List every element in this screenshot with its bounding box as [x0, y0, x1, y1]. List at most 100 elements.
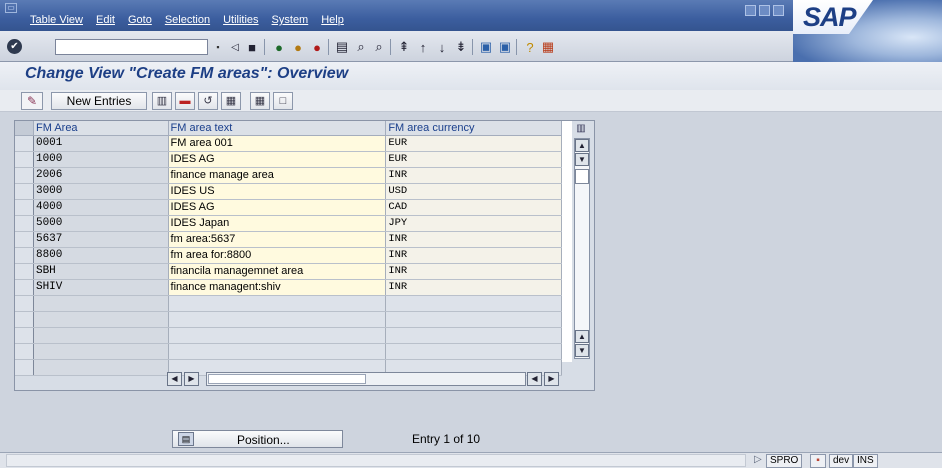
fm-area-cell[interactable]: 2006: [33, 167, 169, 184]
menu-system[interactable]: System: [272, 14, 309, 26]
table-row[interactable]: 4000 IDES AG CAD: [15, 199, 562, 216]
row-selector[interactable]: [15, 135, 34, 152]
fm-area-currency-cell[interactable]: INR: [385, 167, 562, 184]
fm-area-currency-cell[interactable]: INR: [385, 263, 562, 280]
row-selector[interactable]: [15, 231, 34, 248]
back-icon[interactable]: ●: [270, 38, 288, 56]
table-row[interactable]: 0001 FM area 001 EUR: [15, 135, 562, 152]
new-entries-button[interactable]: New Entries: [51, 92, 147, 110]
fm-area-currency-cell[interactable]: INR: [385, 247, 562, 264]
empty-cell[interactable]: [33, 311, 169, 328]
row-selector[interactable]: [15, 167, 34, 184]
previous-page-icon[interactable]: ↑: [414, 38, 432, 56]
insert-mode-field[interactable]: INS: [853, 454, 878, 468]
help-icon[interactable]: ?: [521, 38, 539, 56]
table-row[interactable]: 5637 fm area:5637 INR: [15, 231, 562, 248]
fm-area-text-cell[interactable]: FM area 001: [168, 135, 387, 152]
row-selector[interactable]: [15, 279, 34, 296]
fm-area-text-cell[interactable]: finance manage area: [168, 167, 387, 184]
layout-icon[interactable]: ▦: [539, 38, 557, 56]
fm-area-cell[interactable]: 4000: [33, 199, 169, 216]
horizontal-scrollbar[interactable]: [206, 372, 526, 386]
empty-cell[interactable]: [33, 327, 169, 344]
empty-cell[interactable]: [33, 359, 169, 376]
undo-change-icon[interactable]: ↺: [198, 92, 218, 110]
scroll-left-icon[interactable]: ◀: [167, 372, 182, 386]
fm-area-text-cell[interactable]: fm area:5637: [168, 231, 387, 248]
menu-help[interactable]: Help: [321, 14, 344, 26]
table-row[interactable]: 5000 IDES Japan JPY: [15, 215, 562, 232]
fm-area-cell[interactable]: 5637: [33, 231, 169, 248]
fm-area-text-cell[interactable]: IDES US: [168, 183, 387, 200]
table-row[interactable]: SBH financila managemnet area INR: [15, 263, 562, 280]
scroll-page-down-icon[interactable]: ▼: [575, 344, 589, 357]
row-selector[interactable]: [15, 295, 34, 312]
empty-cell[interactable]: [168, 311, 387, 328]
minimize-icon[interactable]: [745, 5, 756, 16]
row-selector[interactable]: [15, 247, 34, 264]
table-row[interactable]: 2006 finance manage area INR: [15, 167, 562, 184]
last-page-icon[interactable]: ⇟: [452, 38, 470, 56]
maximize-icon[interactable]: [759, 5, 770, 16]
close-icon[interactable]: [773, 5, 784, 16]
column-header-fm-area-text[interactable]: FM area text: [168, 121, 387, 136]
print-icon[interactable]: ▤: [333, 38, 351, 56]
row-selector[interactable]: [15, 151, 34, 168]
empty-table-row[interactable]: [15, 327, 562, 344]
fm-area-text-cell[interactable]: fm area for:8800: [168, 247, 387, 264]
first-page-icon[interactable]: ⇞: [395, 38, 413, 56]
deselect-all-icon[interactable]: □: [273, 92, 293, 110]
row-selector[interactable]: [15, 199, 34, 216]
fm-area-currency-cell[interactable]: JPY: [385, 215, 562, 232]
delete-icon[interactable]: ▬: [175, 92, 195, 110]
fm-area-currency-cell[interactable]: USD: [385, 183, 562, 200]
empty-table-row[interactable]: [15, 295, 562, 312]
empty-cell[interactable]: [385, 327, 562, 344]
status-expand-icon[interactable]: ▷: [754, 454, 762, 465]
copy-as-icon[interactable]: ▥: [152, 92, 172, 110]
fm-area-currency-cell[interactable]: INR: [385, 279, 562, 296]
position-button[interactable]: ▤ Position...: [172, 430, 343, 448]
create-session-icon[interactable]: ▣: [477, 38, 495, 56]
table-row[interactable]: 1000 IDES AG EUR: [15, 151, 562, 168]
select-all-icon[interactable]: ▦: [221, 92, 241, 110]
cancel-icon[interactable]: ●: [308, 38, 326, 56]
menu-edit[interactable]: Edit: [96, 14, 115, 26]
fm-area-currency-cell[interactable]: CAD: [385, 199, 562, 216]
empty-table-row[interactable]: [15, 343, 562, 360]
fm-area-currency-cell[interactable]: EUR: [385, 135, 562, 152]
select-all-column-header[interactable]: [15, 121, 34, 136]
menu-selection[interactable]: Selection: [165, 14, 210, 26]
fm-area-text-cell[interactable]: IDES Japan: [168, 215, 387, 232]
menu-table-view[interactable]: Table View: [30, 14, 83, 26]
row-selector[interactable]: [15, 311, 34, 328]
empty-cell[interactable]: [33, 343, 169, 360]
fm-area-cell[interactable]: 0001: [33, 135, 169, 152]
row-selector[interactable]: [15, 343, 34, 360]
scroll-page-up-icon[interactable]: ▲: [575, 330, 589, 343]
empty-cell[interactable]: [168, 327, 387, 344]
horizontal-scroll-thumb[interactable]: [208, 374, 366, 384]
empty-cell[interactable]: [385, 311, 562, 328]
menu-goto[interactable]: Goto: [128, 14, 152, 26]
scroll-down-icon[interactable]: ▼: [575, 153, 589, 166]
command-field[interactable]: [55, 39, 208, 55]
fm-area-text-cell[interactable]: IDES AG: [168, 199, 387, 216]
fm-area-currency-cell[interactable]: EUR: [385, 151, 562, 168]
display-change-icon[interactable]: ✎: [21, 92, 43, 110]
exit-icon[interactable]: ●: [289, 38, 307, 56]
fm-area-cell[interactable]: SBH: [33, 263, 169, 280]
fm-area-currency-cell[interactable]: INR: [385, 231, 562, 248]
scroll-right-icon[interactable]: ▶: [184, 372, 199, 386]
command-history-icon[interactable]: ▪: [211, 39, 225, 55]
system-menu-icon[interactable]: ▭: [5, 3, 17, 13]
empty-cell[interactable]: [385, 343, 562, 360]
empty-cell[interactable]: [168, 343, 387, 360]
table-row[interactable]: 3000 IDES US USD: [15, 183, 562, 200]
row-selector[interactable]: [15, 183, 34, 200]
menu-utilities[interactable]: Utilities: [223, 14, 258, 26]
empty-cell[interactable]: [168, 295, 387, 312]
empty-cell[interactable]: [385, 295, 562, 312]
fm-area-cell[interactable]: SHIV: [33, 279, 169, 296]
fm-area-cell[interactable]: 5000: [33, 215, 169, 232]
